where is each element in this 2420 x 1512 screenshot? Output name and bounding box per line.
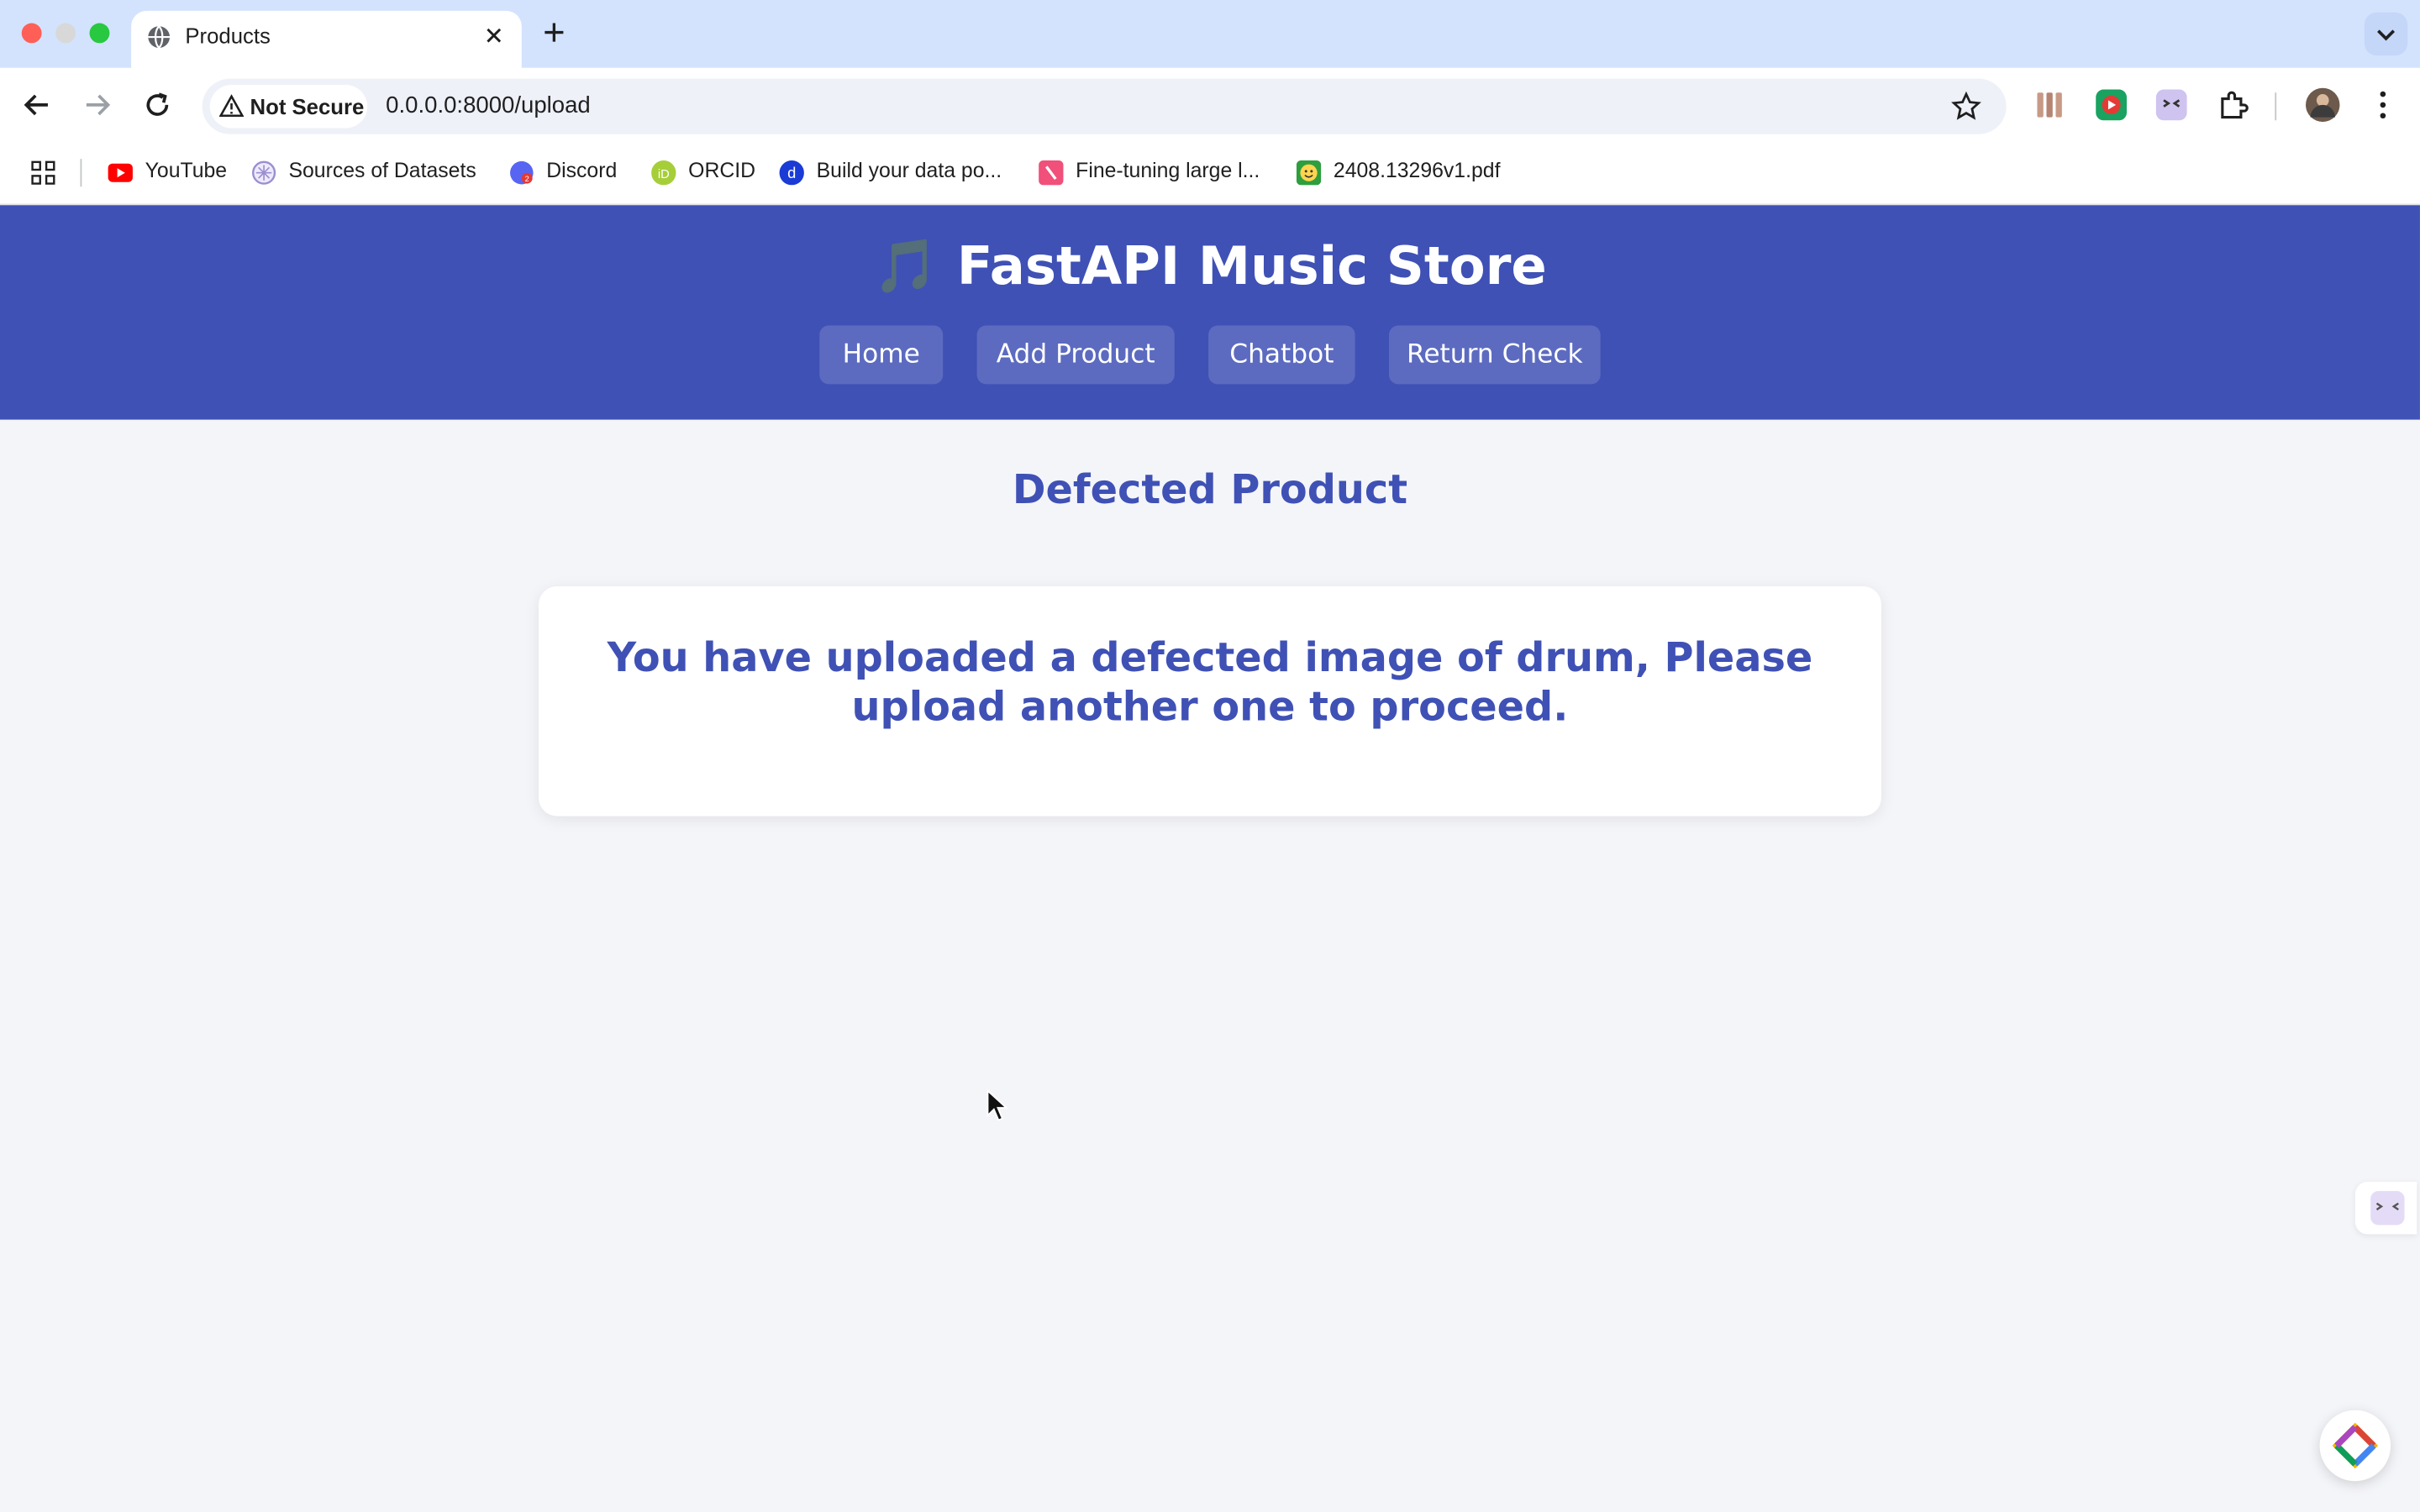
bookmark-orcid[interactable]: iD ORCID bbox=[651, 159, 760, 186]
profile-avatar-icon[interactable] bbox=[2304, 87, 2341, 123]
tab-title: Products bbox=[185, 23, 271, 48]
extension-record-icon[interactable] bbox=[2093, 87, 2130, 123]
bookmark-pdf[interactable]: 2408.13296v1.pdf bbox=[1296, 159, 1520, 186]
warning-icon bbox=[218, 94, 245, 118]
bookmarks-divider bbox=[80, 159, 82, 187]
browser-toolbar: Not Secure 0.0.0.0:8000/upload bbox=[0, 67, 2420, 142]
extensions-puzzle-icon[interactable] bbox=[2215, 87, 2252, 123]
mouse-cursor-icon bbox=[986, 1089, 1008, 1121]
close-tab-icon[interactable] bbox=[481, 24, 506, 48]
d-icon: d bbox=[779, 160, 804, 186]
new-tab-icon[interactable] bbox=[540, 18, 568, 46]
extension-bottles-icon[interactable] bbox=[2031, 87, 2068, 123]
url-text[interactable]: 0.0.0.0:8000/upload bbox=[386, 92, 591, 118]
bookmark-fine-tuning[interactable]: Fine-tuning large l... bbox=[1039, 159, 1270, 186]
page-heading: Defected Product bbox=[1012, 467, 1408, 514]
bookmark-label: ORCID bbox=[688, 159, 756, 182]
svg-text:iD: iD bbox=[658, 168, 670, 181]
youtube-icon bbox=[108, 163, 133, 182]
address-bar[interactable]: Not Secure 0.0.0.0:8000/upload bbox=[202, 78, 2007, 134]
more-menu-icon[interactable] bbox=[2365, 87, 2402, 123]
dataset-icon bbox=[252, 160, 276, 185]
svg-text:d: d bbox=[787, 164, 796, 181]
nav-add-product-button[interactable]: Add Product bbox=[976, 325, 1175, 385]
floating-action-button[interactable] bbox=[2319, 1410, 2391, 1482]
bookmark-youtube[interactable]: YouTube bbox=[108, 159, 232, 186]
bookmark-discord[interactable]: 2 Discord bbox=[509, 159, 625, 186]
apps-grid-icon[interactable] bbox=[31, 160, 55, 185]
bookmark-label: Sources of Datasets bbox=[288, 159, 476, 182]
defect-message: You have uploaded a defected image of dr… bbox=[607, 635, 1813, 732]
site-title: 🎵 FastAPI Music Store bbox=[873, 236, 1547, 298]
maximize-window-button[interactable] bbox=[89, 23, 110, 44]
back-icon[interactable] bbox=[18, 87, 55, 123]
nav-return-check-button[interactable]: Return Check bbox=[1389, 325, 1601, 385]
diamond-logo-icon bbox=[2332, 1422, 2379, 1469]
svg-text:2: 2 bbox=[525, 175, 529, 183]
forward-icon[interactable] bbox=[79, 87, 116, 123]
security-label: Not Secure bbox=[250, 94, 365, 119]
tab-search-button[interactable] bbox=[2364, 12, 2408, 56]
nav-home-button[interactable]: Home bbox=[819, 325, 944, 385]
tab-strip: Products bbox=[0, 0, 2420, 68]
extension-face-icon bbox=[2370, 1190, 2405, 1226]
nav-chatbot-button[interactable]: Chatbot bbox=[1208, 325, 1355, 385]
discord-icon: 2 bbox=[510, 160, 534, 185]
bookmark-label: 2408.13296v1.pdf bbox=[1333, 159, 1501, 182]
close-window-button[interactable] bbox=[21, 23, 42, 44]
slash-icon bbox=[1039, 160, 1064, 186]
bookmarks-bar: YouTube Sources of Datasets 2 Discord iD… bbox=[0, 141, 2420, 206]
bookmark-sources-of-datasets[interactable]: Sources of Datasets bbox=[251, 159, 483, 186]
bookmark-label: Discord bbox=[546, 159, 618, 182]
smiley-icon bbox=[1296, 160, 1322, 186]
message-card: You have uploaded a defected image of dr… bbox=[539, 585, 1881, 816]
chevron-down-icon bbox=[2377, 29, 2396, 41]
main-nav: Home Add Product Chatbot Return Check bbox=[0, 325, 2420, 385]
bookmark-build-your-data[interactable]: d Build your data po... bbox=[779, 159, 1012, 186]
bookmark-label: YouTube bbox=[145, 159, 228, 182]
toolbar-divider bbox=[2275, 92, 2277, 121]
reload-icon[interactable] bbox=[139, 87, 176, 123]
bookmark-label: Fine-tuning large l... bbox=[1076, 159, 1260, 182]
extension-face-icon[interactable] bbox=[2153, 87, 2190, 123]
orcid-icon: iD bbox=[651, 160, 676, 186]
security-chip[interactable]: Not Secure bbox=[209, 85, 368, 129]
bookmark-label: Build your data po... bbox=[816, 159, 1002, 182]
bookmark-star-icon[interactable] bbox=[1951, 91, 1982, 122]
site-header: 🎵 FastAPI Music Store Home Add Product C… bbox=[0, 205, 2420, 420]
globe-icon bbox=[148, 25, 171, 49]
minimize-window-button[interactable] bbox=[55, 23, 76, 44]
side-extension-widget[interactable] bbox=[2354, 1181, 2417, 1235]
active-tab[interactable]: Products bbox=[131, 10, 522, 68]
